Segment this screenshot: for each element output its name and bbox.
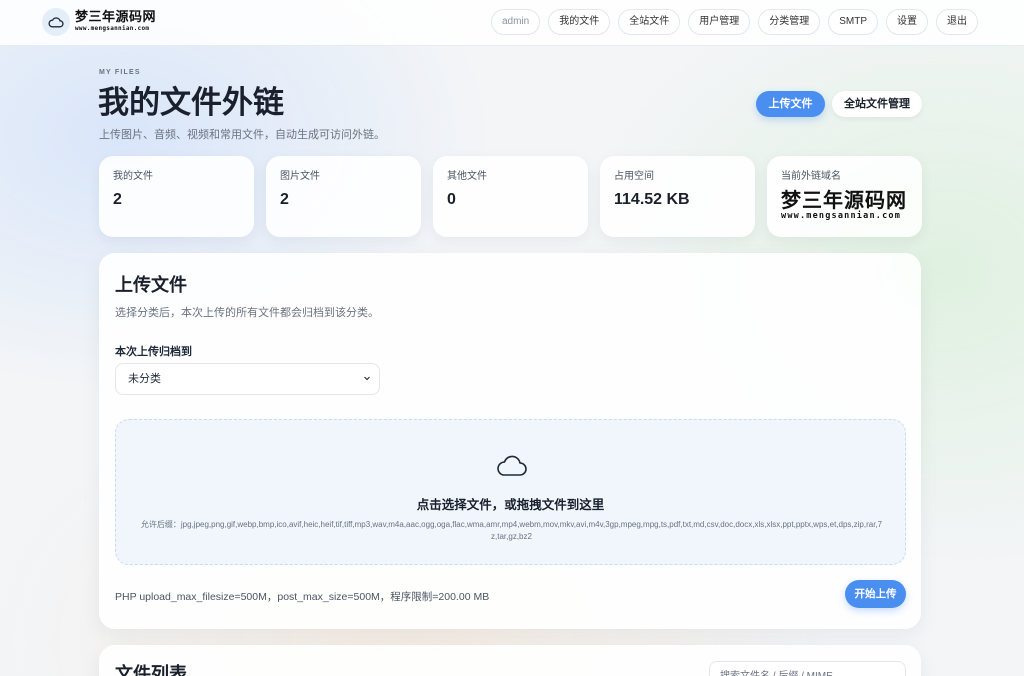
domain-brand-name: 梦三年源码网 (781, 188, 907, 212)
domain-brand-url: www.mengsannian.com (781, 211, 902, 221)
top-navigation-bar: 梦三年源码网 www.mengsannian.com admin 我的文件 全站文件… (0, 0, 1024, 46)
stat-label: 当前外链域名 (781, 171, 841, 182)
nav-my-files[interactable]: 我的文件 (548, 9, 611, 35)
brand-name: 梦三年源码网 (75, 10, 157, 25)
all-files-management-button[interactable]: 全站文件管理 (832, 91, 922, 117)
upload-card: 上传文件 选择分类后，本次上传的所有文件都会归档到该分类。 本次上传归档到 未分… (99, 253, 921, 629)
stat-label: 图片文件 (280, 171, 320, 182)
main-nav: admin 我的文件 全站文件 用户管理 分类管理 SMTP 设置 退出 (490, 9, 978, 35)
start-upload-button[interactable]: 开始上传 (845, 580, 906, 608)
cloud-icon[interactable] (42, 8, 70, 36)
stat-label: 占用空间 (614, 171, 654, 182)
stat-card-other-files: 其他文件 0 (433, 156, 588, 237)
nav-smtp[interactable]: SMTP (828, 9, 878, 35)
nav-user-admin[interactable]: admin (490, 9, 541, 35)
chevron-down-icon (363, 364, 371, 406)
page-title: 我的文件外链 (98, 85, 284, 120)
cloud-upload-icon (494, 454, 528, 483)
page-eyebrow: MY FILES (99, 69, 141, 76)
brand-logo[interactable]: 梦三年源码网 www.mengsannian.com (75, 11, 165, 33)
stat-card-storage-used: 占用空间 114.52 KB (600, 156, 755, 237)
allowed-extensions: 允许后缀：jpg,jpeg,png,gif,webp,bmp,ico,avif,… (140, 520, 883, 541)
stat-value: 2 (113, 191, 122, 208)
brand-url: www.mengsannian.com (75, 25, 150, 32)
dropzone-title: 点击选择文件，或拖拽文件到这里 (416, 498, 605, 512)
nav-category-management[interactable]: 分类管理 (758, 9, 821, 35)
stat-card-image-files: 图片文件 2 (266, 156, 421, 237)
file-dropzone[interactable]: 点击选择文件，或拖拽文件到这里 允许后缀：jpg,jpeg,png,gif,we… (115, 419, 906, 565)
upload-limits-text: PHP upload_max_filesize=500M，post_max_si… (115, 591, 490, 603)
stat-value: 2 (280, 191, 289, 208)
stat-label: 其他文件 (447, 171, 487, 182)
nav-all-files[interactable]: 全站文件 (618, 9, 681, 35)
nav-logout[interactable]: 退出 (936, 9, 978, 35)
nav-settings[interactable]: 设置 (886, 9, 928, 35)
page-subtitle: 上传图片、音频、视频和常用文件，自动生成可访问外链。 (99, 129, 385, 141)
search-input[interactable] (709, 661, 906, 676)
nav-user-management[interactable]: 用户管理 (688, 9, 751, 35)
upload-card-description: 选择分类后，本次上传的所有文件都会归档到该分类。 (115, 307, 379, 319)
category-field-label: 本次上传归档到 (115, 346, 192, 358)
upload-card-title: 上传文件 (115, 275, 187, 295)
file-list-title: 文件列表 (115, 664, 187, 676)
category-select-value: 未分类 (128, 373, 161, 385)
stat-value: 114.52 KB (614, 191, 690, 208)
stat-label: 我的文件 (113, 171, 153, 182)
stat-card-link-domain: 当前外链域名 梦三年源码网 www.mengsannian.com (767, 156, 922, 237)
stat-value: 0 (447, 191, 456, 208)
category-select[interactable]: 未分类 (115, 363, 380, 395)
file-list-card: 文件列表 (99, 645, 921, 676)
stat-card-my-files: 我的文件 2 (99, 156, 254, 237)
upload-file-button[interactable]: 上传文件 (756, 91, 825, 117)
